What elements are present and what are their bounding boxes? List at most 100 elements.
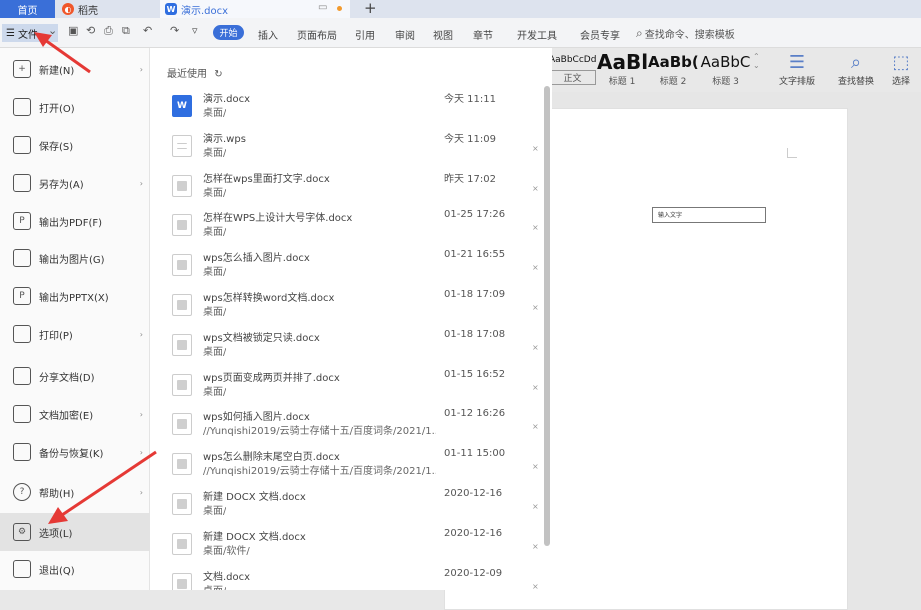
file-menu-item-9[interactable]: 文档加密(E) › (0, 395, 150, 433)
tab-insert[interactable]: 插入 (258, 27, 278, 42)
recent-file-row[interactable]: 新建 DOCX 文档.docx 桌面/2020-12-16 × (167, 487, 542, 527)
file-menu-item-label: 选项(L) (39, 528, 73, 540)
file-menu-item-12[interactable]: ⚙ 选项(L) (0, 513, 150, 551)
remove-recent-icon[interactable]: × (532, 184, 539, 193)
recent-file-time: 01-18 17:09 (444, 289, 506, 300)
remove-recent-icon[interactable]: × (532, 144, 539, 153)
file-menu-item-13[interactable]: 退出(Q) (0, 550, 150, 588)
redo-icon[interactable]: ↷ (170, 24, 179, 37)
text-box[interactable]: 输入文字 (652, 207, 766, 223)
remove-recent-icon[interactable]: × (532, 303, 539, 312)
recent-file-row[interactable]: W 演示.docx 桌面/今天 11:11 (167, 89, 542, 129)
recent-file-row[interactable]: 演示.wps 桌面/今天 11:09 × (167, 129, 542, 169)
text-layout-label: 文字排版 (778, 77, 815, 87)
style-heading-1[interactable]: AaBl 标题 1 (597, 50, 647, 87)
submenu-arrow-icon: › (139, 178, 143, 188)
submenu-arrow-icon: › (139, 487, 143, 497)
print-quick-icon[interactable]: ⎙ (104, 24, 113, 38)
recent-file-row[interactable]: wps怎么删除末尾空白页.docx //Yunqishi2019/云骑士存储十五/… (167, 447, 542, 487)
file-menu-item-1[interactable]: 打开(O) (0, 88, 150, 126)
recent-file-row[interactable]: wps页面变成两页并排了.docx 桌面/01-15 16:52 × (167, 368, 542, 408)
remove-recent-icon[interactable]: × (532, 263, 539, 272)
backup-icon (13, 443, 31, 461)
command-search-placeholder: 查找命令、搜索模板 (644, 29, 735, 41)
recent-file-name: wps怎么删除末尾空白页.docx (203, 452, 340, 464)
file-menu-item-6[interactable]: P 输出为PPTX(X) (0, 277, 150, 315)
tab-developer[interactable]: 开发工具 (517, 27, 557, 42)
style-heading-2-preview: AaBb( (648, 53, 698, 71)
recent-file-path: 桌面/软件/ (203, 545, 250, 557)
scrollbar[interactable] (544, 56, 550, 576)
style-heading-3[interactable]: AaBbC 标题 3 (699, 50, 752, 87)
find-replace-label: 查找替换 (837, 77, 874, 87)
remove-recent-icon[interactable]: × (532, 343, 539, 352)
remove-recent-icon[interactable]: × (532, 542, 539, 551)
recent-file-row[interactable]: 怎样在WPS上设计大号字体.docx 桌面/01-25 17:26 × (167, 208, 542, 248)
file-menu-item-7[interactable]: 打印(P) › (0, 315, 150, 353)
tab-chapter[interactable]: 章节 (473, 27, 493, 42)
ribbon-bar: ☰ 文件 ⌄ ▣ ⟲ ⎙ ⧉ ↶ ↷ ▿ 开始 插入 页面布局 引用 审阅 视图… (0, 18, 921, 48)
file-menu-item-0[interactable]: + 新建(N) › (0, 50, 150, 88)
file-menu-item-8[interactable]: 分享文档(D) (0, 357, 150, 395)
recent-file-name: 怎样在wps里面打文字.docx (203, 173, 330, 185)
style-heading-3-preview: AaBbC (700, 53, 751, 71)
remove-recent-icon[interactable]: × (532, 383, 539, 392)
style-normal[interactable]: AaBbCcDd 正文 (549, 50, 596, 85)
text-layout-tool[interactable]: ☰ 文字排版 (773, 52, 821, 87)
tab-pin-icon[interactable]: ▭ (318, 2, 327, 13)
tab-page-layout[interactable]: 页面布局 (297, 27, 337, 42)
style-heading-2[interactable]: AaBb( 标题 2 (648, 50, 698, 87)
file-menu-item-label: 输出为PDF(F) (39, 217, 103, 229)
recent-file-row[interactable]: 怎样在wps里面打文字.docx 桌面/昨天 17:02 × (167, 169, 542, 209)
remove-recent-icon[interactable]: × (532, 223, 539, 232)
tab-member[interactable]: 会员专享 (580, 27, 620, 42)
remove-recent-icon[interactable]: × (532, 462, 539, 471)
recent-file-name: 新建 DOCX 文档.docx (203, 492, 306, 503)
recent-file-row[interactable]: wps文档被锁定只读.docx 桌面/01-18 17:08 × (167, 328, 542, 368)
tab-review[interactable]: 审阅 (395, 27, 415, 42)
recent-file-row[interactable]: 文档.docx桌面/2020-12-09 × (167, 567, 542, 590)
undo-icon[interactable]: ↶ (143, 24, 152, 37)
recent-file-path: 桌面/ (203, 147, 227, 159)
recent-file-row[interactable]: wps如何插入图片.docx //Yunqishi2019/云骑士存储十五/百度词… (167, 407, 542, 447)
recent-files-panel: 最近使用 ↻ W 演示.docx 桌面/今天 11:11 演示.wps 桌面/今天 11… (150, 48, 552, 590)
tab-view[interactable]: 视图 (433, 27, 453, 42)
command-search[interactable]: ⌕ 查找命令、搜索模板 (636, 24, 746, 42)
recent-file-name: 文档.docx (203, 571, 251, 583)
remove-recent-icon[interactable]: × (532, 582, 539, 590)
hamburger-icon: ☰ (6, 27, 15, 39)
file-menu-item-5[interactable]: 输出为图片(G) (0, 239, 150, 277)
file-menu-item-11[interactable]: ? 帮助(H) › (0, 473, 150, 511)
file-menu-item-10[interactable]: 备份与恢复(K) › (0, 433, 150, 471)
recent-file-row[interactable]: wps怎样转换word文档.docx 桌面/01-18 17:09 × (167, 288, 542, 328)
tab-start[interactable]: 开始 (213, 25, 244, 40)
recent-file-path: 桌面/ (203, 267, 227, 279)
find-replace-tool[interactable]: ⌕ 查找替换 (833, 52, 879, 87)
file-icon (172, 413, 192, 436)
file-menu-item-label: 输出为PPTX(X) (39, 292, 109, 304)
file-menu-item-2[interactable]: 保存(S) (0, 126, 150, 164)
chevron-down-icon[interactable]: ⌄ (48, 24, 57, 37)
scrollbar-thumb[interactable] (544, 86, 550, 546)
refresh-icon[interactable]: ↻ (214, 69, 222, 80)
output-quick-icon[interactable]: ⟲ (86, 24, 95, 37)
recent-file-path: 桌面/ (203, 346, 227, 358)
new-tab-plus-icon[interactable]: + (364, 0, 377, 17)
recent-file-row[interactable]: wps怎么插入图片.docx 桌面/01-21 16:55 × (167, 248, 542, 288)
tab-home[interactable]: 首页 (0, 0, 55, 18)
tab-reference[interactable]: 引用 (355, 27, 375, 42)
gallery-scroll-icon[interactable]: ⌃ ⌄ (753, 52, 760, 70)
recent-file-name: 怎样在WPS上设计大号字体.docx (203, 213, 353, 225)
recent-file-time: 01-12 16:26 (444, 408, 506, 420)
file-menu-item-3[interactable]: 另存为(A) › (0, 164, 150, 202)
remove-recent-icon[interactable]: × (532, 502, 539, 511)
file-menu-item-4[interactable]: P 输出为PDF(F) (0, 202, 150, 240)
recent-file-row[interactable]: 新建 DOCX 文档.docx 桌面/软件/2020-12-16 × (167, 527, 542, 567)
customize-icon[interactable]: ▿ (192, 24, 198, 37)
save-quick-icon[interactable]: ▣ (68, 24, 78, 37)
tab-daoke[interactable]: ◐ 稻壳 (55, 0, 150, 18)
new-doc-icon: + (13, 60, 31, 78)
select-tool[interactable]: ⬚ 选择 (884, 52, 918, 87)
remove-recent-icon[interactable]: × (532, 422, 539, 431)
preview-quick-icon[interactable]: ⧉ (122, 24, 130, 38)
